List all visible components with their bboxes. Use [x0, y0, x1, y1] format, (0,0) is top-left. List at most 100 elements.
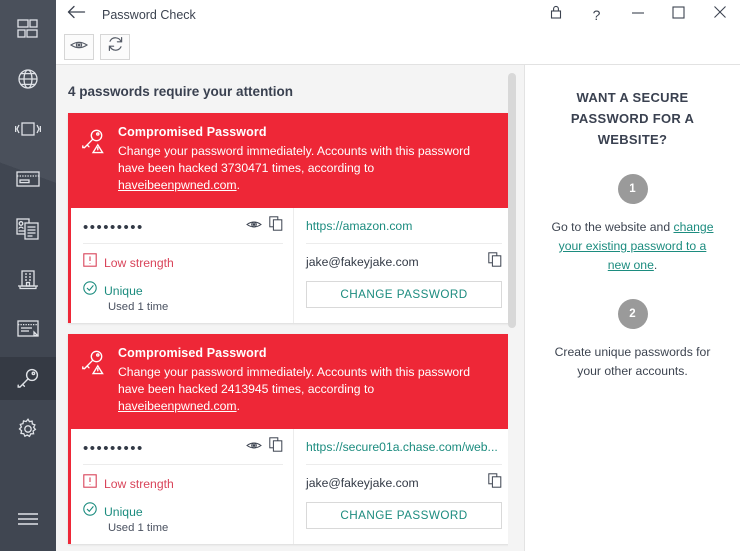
id-document-icon — [16, 217, 40, 240]
eye-icon[interactable] — [246, 438, 262, 456]
content-area: 4 passwords require your attention Compr… — [56, 65, 740, 551]
step-text-2: Create unique passwords for your other a… — [554, 345, 711, 378]
scrollbar-thumb[interactable] — [508, 73, 516, 328]
url-row: https://secure01a.chase.com/web... — [306, 429, 502, 465]
sidebar-item-settings[interactable] — [0, 407, 56, 450]
banner-desc-before: Change your password immediately. Accoun… — [118, 365, 471, 396]
toggle-visibility-button[interactable] — [64, 33, 94, 60]
password-card: Compromised Password Change your passwor… — [68, 113, 512, 323]
card-body: ••••••••• Low strength Unique Used 1 tim… — [68, 429, 512, 544]
page-title: Password Check — [102, 7, 196, 22]
close-icon — [713, 5, 727, 24]
gear-icon — [16, 417, 40, 441]
attention-heading: 4 passwords require your attention — [68, 84, 294, 99]
device-icon — [15, 120, 41, 138]
sidebar-item-websites[interactable] — [0, 57, 56, 100]
maximize-button[interactable] — [658, 0, 699, 29]
close-button[interactable] — [699, 0, 740, 29]
sidebar-item-notes[interactable] — [0, 307, 56, 350]
banner-title: Compromised Password — [118, 125, 267, 139]
grid-dashboard-icon — [17, 18, 39, 39]
sidebar-item-payments[interactable] — [0, 157, 56, 200]
strength-label: Low strength — [104, 255, 174, 270]
password-row: ••••••••• — [83, 429, 283, 465]
strength-label: Low strength — [104, 476, 174, 491]
help-button[interactable]: ? — [576, 0, 617, 29]
alert-box-icon — [83, 253, 97, 272]
eye-icon[interactable] — [246, 217, 262, 235]
globe-icon — [16, 67, 40, 91]
username-value: jake@fakeyjake.com — [306, 255, 419, 269]
copy-icon[interactable] — [269, 215, 283, 236]
card-body: ••••••••• Low strength Unique Used 1 tim… — [68, 208, 512, 323]
username-value: jake@fakeyjake.com — [306, 476, 419, 490]
refresh-icon — [107, 36, 124, 57]
masked-password: ••••••••• — [83, 219, 144, 236]
banner-desc-before: Change your password immediately. Accoun… — [118, 144, 471, 175]
sidebar-item-dashboard[interactable] — [0, 7, 56, 50]
password-check-window: Password Check ? 4 passwords require you… — [0, 0, 740, 551]
lock-icon — [550, 5, 562, 24]
secure-note-icon — [16, 319, 40, 339]
change-password-button[interactable]: CHANGE PASSWORD — [306, 281, 502, 308]
usage-label: Used 1 time — [108, 522, 169, 534]
banner-desc-after: . — [236, 399, 240, 413]
minimize-button[interactable] — [617, 0, 658, 29]
step-1-text-after: . — [653, 258, 658, 272]
haveibeenpwned-link[interactable]: haveibeenpwned.com — [118, 178, 237, 192]
username-row: jake@fakeyjake.com — [306, 465, 502, 501]
refresh-button[interactable] — [100, 33, 130, 60]
website-url[interactable]: https://secure01a.chase.com/web... — [306, 440, 498, 454]
lock-button[interactable] — [535, 0, 576, 29]
banner-description: Change your password immediately. Accoun… — [118, 143, 498, 194]
tips-title: WANT A SECURE PASSWORD FOR A WEBSITE? — [570, 90, 695, 147]
back-button[interactable] — [56, 0, 96, 29]
window-controls: ? — [535, 0, 740, 29]
hamburger-menu-icon — [16, 511, 40, 532]
eye-icon — [70, 38, 88, 56]
strength-row: Low strength — [83, 253, 283, 272]
password-list-pane: 4 passwords require your attention Compr… — [56, 65, 524, 551]
step-number-2: 2 — [617, 299, 648, 329]
help-icon: ? — [592, 6, 601, 23]
strength-row: Low strength — [83, 474, 283, 493]
haveibeenpwned-link[interactable]: haveibeenpwned.com — [118, 399, 237, 413]
minimize-icon — [631, 6, 645, 24]
hamburger-menu-button[interactable] — [0, 501, 56, 541]
banner-desc-after: . — [236, 178, 240, 192]
copy-icon[interactable] — [488, 473, 502, 493]
toolbar — [56, 29, 740, 65]
website-url[interactable]: https://amazon.com — [306, 219, 412, 233]
alert-box-icon — [83, 474, 97, 493]
sidebar-item-password-check[interactable] — [0, 357, 56, 400]
usage-label: Used 1 time — [108, 301, 169, 313]
sidebar-item-devices[interactable] — [0, 107, 56, 150]
credit-card-icon — [16, 170, 40, 188]
check-circle-icon — [83, 502, 97, 521]
sidebar — [0, 0, 56, 551]
unique-row: Unique — [83, 281, 283, 300]
compromised-banner: Compromised Password Change your passwor… — [68, 113, 512, 208]
banner-description: Change your password immediately. Accoun… — [118, 364, 498, 415]
tips-pane: WANT A SECURE PASSWORD FOR A WEBSITE? 1 … — [525, 65, 740, 551]
step-number-1: 1 — [617, 174, 648, 204]
key-warning-icon — [80, 346, 118, 415]
copy-icon[interactable] — [488, 252, 502, 272]
bank-building-icon — [16, 268, 40, 290]
masked-password: ••••••••• — [83, 440, 144, 457]
step-1-text-before: Go to the website and — [551, 220, 674, 234]
password-card: Compromised Password Change your passwor… — [68, 334, 512, 544]
sidebar-item-ids[interactable] — [0, 207, 56, 250]
copy-icon[interactable] — [269, 436, 283, 457]
unique-label: Unique — [104, 504, 143, 519]
sidebar-item-banking[interactable] — [0, 257, 56, 300]
maximize-icon — [672, 5, 685, 24]
key-icon — [15, 367, 41, 391]
unique-row: Unique — [83, 502, 283, 521]
arrow-left-icon — [67, 5, 86, 24]
banner-title: Compromised Password — [118, 346, 267, 360]
key-warning-icon — [80, 125, 118, 194]
change-password-button[interactable]: CHANGE PASSWORD — [306, 502, 502, 529]
username-row: jake@fakeyjake.com — [306, 244, 502, 280]
check-circle-icon — [83, 281, 97, 300]
